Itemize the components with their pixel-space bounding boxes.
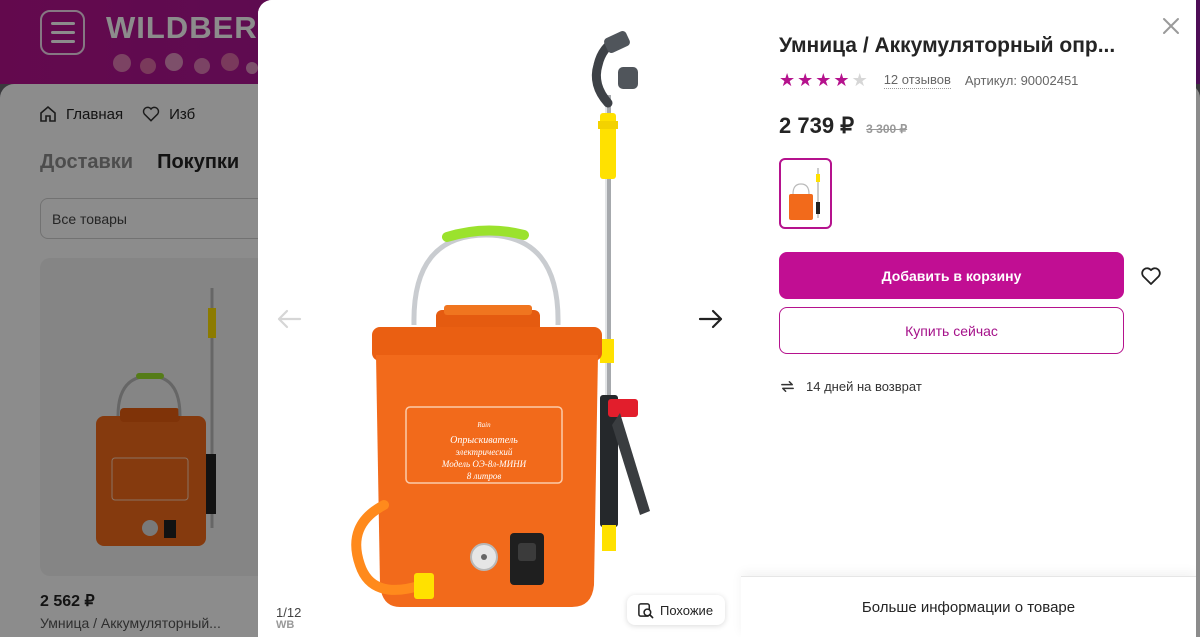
close-icon[interactable] (1159, 14, 1183, 38)
gallery-counter: 1/12 (276, 605, 302, 620)
favorite-heart-icon[interactable] (1139, 264, 1163, 288)
add-to-cart-button[interactable]: Добавить в корзину (779, 252, 1124, 299)
tank-label-line3: Модель ОЭ-8л-МИНИ (441, 459, 527, 469)
price-row: 2 739 ₽ 3 300 ₽ (779, 113, 907, 139)
reviews-link[interactable]: 12 отзывов (883, 72, 951, 89)
star-empty-icon: ★ (851, 70, 868, 90)
tank-logo-text: Rain (476, 421, 491, 429)
product-quickview-modal: Rain Опрыскиватель электрический Модель … (258, 0, 1196, 637)
current-price: 2 739 ₽ (779, 113, 855, 138)
thumbnail-image (789, 168, 820, 220)
rating-stars: ★ ★ ★ ★ ★ (779, 71, 868, 89)
similar-products-button[interactable]: Похожие (627, 595, 726, 625)
returns-label: 14 дней на возврат (806, 379, 922, 394)
wb-watermark: WB (276, 619, 295, 631)
star-filled-icon: ★ (815, 70, 832, 90)
product-main-image: Rain Опрыскиватель электрический Модель … (351, 30, 650, 607)
gallery-prev-arrow-icon[interactable] (272, 302, 306, 336)
star-filled-icon: ★ (779, 70, 796, 90)
product-info-panel: Умница / Аккумуляторный опр... ★ ★ ★ ★ ★ 12 … (741, 0, 1196, 637)
old-price: 3 300 ₽ (866, 122, 908, 136)
tank-label-line1: Опрыскиватель (450, 435, 518, 446)
refresh-arrows-icon (781, 381, 794, 392)
returns-info: 14 дней на возврат (779, 378, 922, 395)
tank-label-line4: 8 литров (467, 471, 502, 481)
similar-search-icon (638, 602, 654, 618)
similar-label: Похожие (660, 602, 714, 618)
star-filled-icon: ★ (797, 70, 814, 90)
buy-now-button[interactable]: Купить сейчас (779, 307, 1124, 354)
rating-row: ★ ★ ★ ★ ★ 12 отзывов Артикул: 90002451 (779, 71, 1078, 89)
tank-label-line2: электрический (456, 447, 513, 457)
star-filled-icon: ★ (833, 70, 850, 90)
product-gallery: Rain Опрыскиватель электрический Модель … (258, 0, 741, 637)
more-info-link[interactable]: Больше информации о товаре (741, 576, 1196, 637)
gallery-next-arrow-icon[interactable] (694, 302, 728, 336)
product-title: Умница / Аккумуляторный опр... (779, 34, 1116, 57)
gallery-thumbnail[interactable] (779, 158, 832, 229)
article-number: Артикул: 90002451 (964, 72, 1079, 88)
